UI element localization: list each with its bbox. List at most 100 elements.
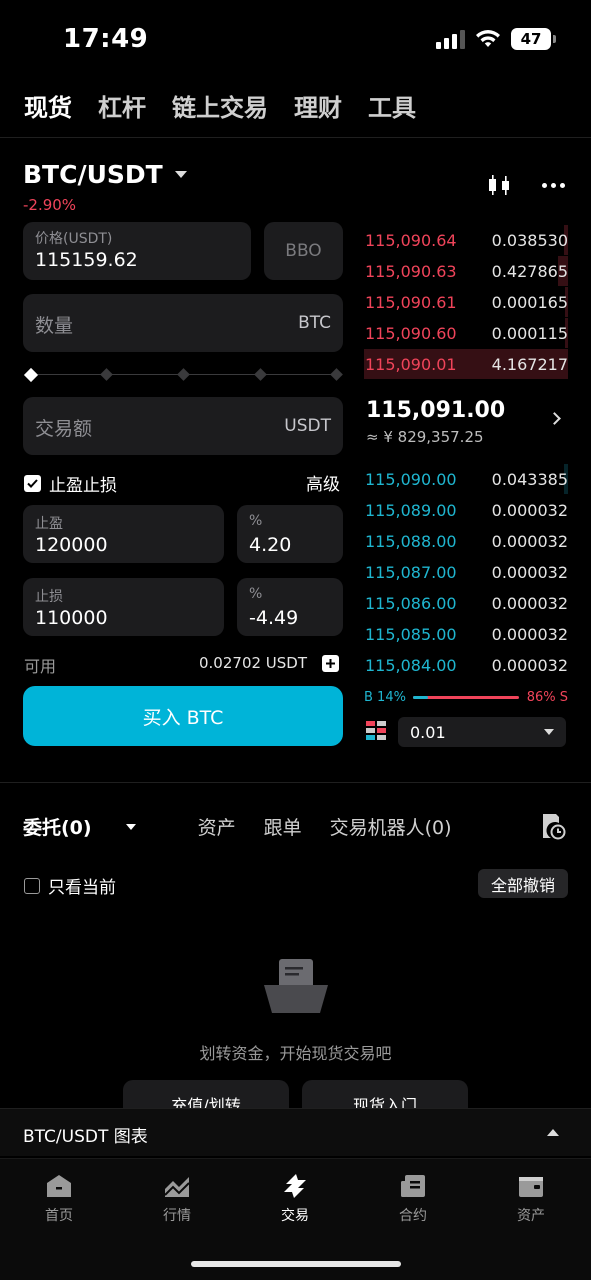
chevron-down-icon xyxy=(174,171,187,178)
price: 115,090.63 xyxy=(365,261,457,281)
markets-icon xyxy=(164,1177,190,1197)
battery-icon: 47 xyxy=(511,28,556,50)
chevron-right-icon[interactable] xyxy=(548,412,561,425)
wifi-icon xyxy=(476,30,500,47)
buy-button[interactable]: 买入 BTC xyxy=(23,686,343,746)
amount-placeholder: 交易额 xyxy=(35,418,93,440)
top-nav-onchain[interactable]: 链上交易 xyxy=(172,88,268,123)
pair-selector[interactable]: BTC/USDT xyxy=(23,160,187,189)
top-nav: 现货 杠杆 链上交易 理财 工具 xyxy=(24,88,416,123)
bbo-button[interactable]: BBO xyxy=(264,222,343,280)
signal-icon xyxy=(436,29,465,49)
bottom-nav-markets-label: 行情 xyxy=(163,1208,191,1224)
bid-row[interactable]: 115,087.00 0.000032 xyxy=(364,557,568,587)
ask-row[interactable]: 115,090.61 0.000165 xyxy=(364,287,568,317)
home-indicator xyxy=(191,1261,401,1267)
bottom-nav-assets[interactable]: 资产 xyxy=(491,1173,571,1225)
only-current-toggle[interactable]: 只看当前 xyxy=(24,873,116,898)
top-nav-margin[interactable]: 杠杆 xyxy=(98,88,146,123)
tab-copy-trading[interactable]: 跟单 xyxy=(264,813,302,840)
price-change: -2.90% xyxy=(23,196,77,214)
section-divider xyxy=(0,782,591,783)
more-icon[interactable] xyxy=(542,182,565,188)
bid-row[interactable]: 115,086.00 0.000032 xyxy=(364,588,568,618)
price: 115,090.00 xyxy=(365,469,457,489)
tp-pct-value: 4.20 xyxy=(249,534,292,556)
bid-row[interactable]: 115,089.00 0.000032 xyxy=(364,495,568,525)
slider-mark-100[interactable] xyxy=(330,368,343,381)
nav-divider xyxy=(0,137,591,138)
quantity: 0.000032 xyxy=(491,655,568,675)
depth-value: 0.01 xyxy=(410,722,446,742)
slider-mark-75[interactable] xyxy=(254,368,267,381)
price: 115,090.01 xyxy=(365,354,457,374)
candlestick-icon[interactable] xyxy=(486,172,512,198)
bottom-nav-home-label: 首页 xyxy=(45,1208,73,1224)
quantity: 0.000032 xyxy=(491,593,568,613)
cancel-all-button[interactable]: 全部撤销 xyxy=(478,869,568,898)
price: 115,086.00 xyxy=(365,593,457,613)
tab-assets[interactable]: 资产 xyxy=(198,813,236,840)
advanced-button[interactable]: 高级 xyxy=(306,470,340,495)
mid-price: 115,091.00 xyxy=(366,398,506,423)
quantity: 0.000115 xyxy=(491,323,568,343)
top-nav-earn[interactable]: 理财 xyxy=(294,88,342,123)
depth-precision-select[interactable]: 0.01 xyxy=(398,717,566,747)
quantity-input[interactable]: 数量 BTC xyxy=(23,294,343,352)
bid-row[interactable]: 115,088.00 0.000032 xyxy=(364,526,568,556)
price: 115,090.61 xyxy=(365,292,457,312)
ask-row[interactable]: 115,090.60 0.000115 xyxy=(364,318,568,348)
bottom-nav: 首页 行情 交易 合约 资产 xyxy=(0,1158,591,1280)
chart-drawer[interactable]: BTC/USDT 图表 xyxy=(0,1108,591,1156)
stop-loss-input[interactable]: 止损 110000 xyxy=(23,578,224,636)
ask-row[interactable]: 115,090.64 0.038530 xyxy=(364,225,568,255)
add-funds-icon[interactable] xyxy=(322,655,339,672)
sl-pct-label: % xyxy=(249,586,263,602)
slider-mark-25[interactable] xyxy=(100,368,113,381)
take-profit-percent-input[interactable]: % 4.20 xyxy=(237,505,343,563)
price-label: 价格(USDT) xyxy=(35,231,113,247)
take-profit-input[interactable]: 止盈 120000 xyxy=(23,505,224,563)
ratio-bar xyxy=(413,696,520,699)
top-nav-tools[interactable]: 工具 xyxy=(368,88,416,123)
quantity: 0.427865 xyxy=(491,261,568,281)
bid-row[interactable]: 115,090.00 0.043385 xyxy=(364,464,568,494)
ask-row[interactable]: 115,090.01 4.167217 xyxy=(364,349,568,379)
top-nav-spot[interactable]: 现货 xyxy=(24,88,72,123)
quantity: 0.000032 xyxy=(491,500,568,520)
amount-input[interactable]: 交易额 USDT xyxy=(23,397,343,455)
checkbox-checked-icon xyxy=(24,475,41,492)
quantity: 0.000032 xyxy=(491,531,568,551)
tpsl-label: 止盈止损 xyxy=(49,476,117,496)
tp-value: 120000 xyxy=(35,534,108,556)
order-history-icon[interactable] xyxy=(540,812,566,840)
quantity: 4.167217 xyxy=(491,354,568,374)
bottom-nav-markets[interactable]: 行情 xyxy=(137,1173,217,1225)
tp-pct-label: % xyxy=(249,513,263,529)
slider-mark-50[interactable] xyxy=(177,368,190,381)
available-value: 0.02702 USDT xyxy=(199,654,308,672)
depth-layout-icon[interactable] xyxy=(366,721,386,743)
bottom-nav-futures[interactable]: 合约 xyxy=(373,1173,453,1225)
tab-orders[interactable]: 委托(0) xyxy=(23,813,164,840)
futures-icon xyxy=(401,1175,425,1197)
tab-trading-bots[interactable]: 交易机器人(0) xyxy=(330,813,452,840)
bid-row[interactable]: 115,084.00 0.000032 xyxy=(364,650,568,680)
quantity: 0.000165 xyxy=(491,292,568,312)
bottom-nav-trade[interactable]: 交易 xyxy=(255,1173,335,1225)
price-value: 115159.62 xyxy=(35,249,138,271)
price-input[interactable]: 价格(USDT) 115159.62 xyxy=(23,222,251,280)
tpsl-toggle[interactable]: 止盈止损 xyxy=(24,471,117,496)
bid-row[interactable]: 115,085.00 0.000032 xyxy=(364,619,568,649)
slider-handle[interactable] xyxy=(23,367,39,383)
trade-icon xyxy=(284,1174,306,1198)
empty-document-icon xyxy=(264,959,328,1013)
quantity: 0.043385 xyxy=(491,469,568,489)
bottom-nav-home[interactable]: 首页 xyxy=(19,1173,99,1225)
ask-row[interactable]: 115,090.63 0.427865 xyxy=(364,256,568,286)
stop-loss-percent-input[interactable]: % -4.49 xyxy=(237,578,343,636)
wallet-icon xyxy=(519,1177,543,1197)
price: 115,087.00 xyxy=(365,562,457,582)
sl-pct-value: -4.49 xyxy=(249,607,299,629)
chevron-down-icon xyxy=(125,823,136,830)
